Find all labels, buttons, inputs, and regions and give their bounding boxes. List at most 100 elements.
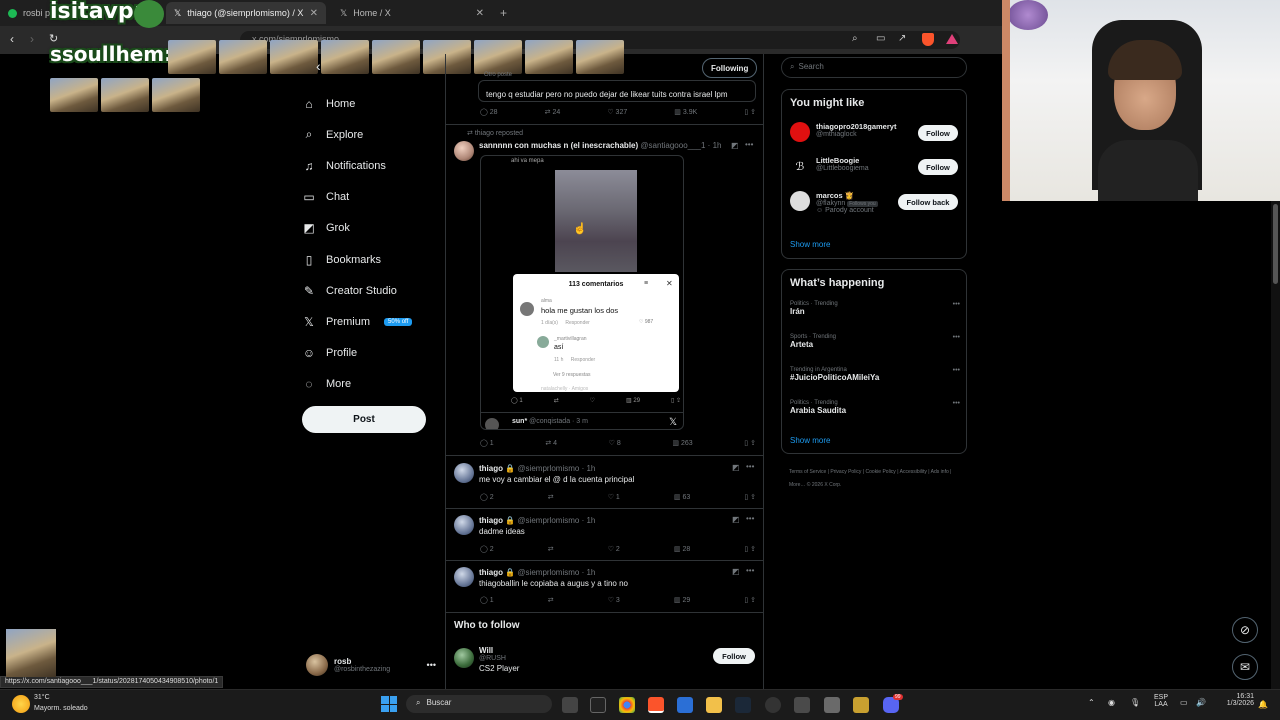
nav-chat[interactable]: ▭ Chat [302, 182, 442, 213]
network-icon[interactable]: ▭ [1180, 698, 1188, 707]
epic-games-icon[interactable] [590, 697, 606, 713]
app-icon[interactable] [853, 697, 869, 713]
weather-temp[interactable]: 31°C [34, 694, 50, 701]
more-icon[interactable]: ••• [953, 334, 960, 341]
nav-notifications[interactable]: ♫ Notifications [302, 150, 442, 181]
task-view-icon[interactable] [562, 697, 578, 713]
quoted-tweet[interactable]: tengo q estudiar pero no puedo dejar de … [478, 80, 756, 102]
like-icon[interactable]: ♡ 2 [608, 545, 620, 553]
close-tab-icon[interactable]: ✕ [310, 8, 318, 19]
brave-icon[interactable] [648, 697, 664, 713]
app-icon[interactable] [794, 697, 810, 713]
more-icon[interactable]: ••• [746, 566, 754, 575]
more-icon[interactable]: ••• [953, 301, 960, 308]
show-more-link[interactable]: Show more [790, 436, 830, 445]
avatar[interactable] [454, 515, 474, 535]
nav-home[interactable]: ⌂ Home [302, 88, 442, 119]
like-icon[interactable]: ♡ 327 [607, 108, 627, 116]
more-icon[interactable]: ••• [746, 514, 754, 523]
tweet[interactable]: thiago 🔒 @siemprlomismo · 1h ◩ ••• me vo… [446, 458, 763, 510]
nav-grok[interactable]: ◩ Grok [302, 213, 442, 244]
views-icon[interactable]: ▥ 63 [674, 493, 690, 501]
tray-chevron-icon[interactable]: ⌃ [1088, 698, 1095, 707]
tab-profile[interactable]: 𝕏 thiago (@siemprlomismo) / X ✕ [166, 2, 326, 24]
suggested-user[interactable]: thiagopro2018gameryt @mthiaglock [816, 122, 896, 138]
tweet-media[interactable]: ahi va mepa 113 comentarios ≡ ✕ alma hol… [480, 155, 684, 430]
reply-icon[interactable]: ◯ 2 [480, 493, 494, 501]
grok-icon[interactable]: ◩ [732, 515, 740, 524]
suggested-user[interactable]: LittleBoogie @Littleboogiema [816, 156, 869, 172]
clock[interactable]: 16:31 1/3/2026 [1224, 693, 1254, 707]
messages-fab-icon[interactable]: ✉ [1232, 654, 1258, 680]
views-icon[interactable]: ▥ 29 [674, 596, 690, 604]
views-icon[interactable]: ▥ 28 [674, 545, 690, 553]
share-icon[interactable]: ↗ [898, 33, 906, 44]
back-icon[interactable]: ‹ [10, 32, 14, 46]
weather-icon[interactable] [12, 695, 30, 713]
windows-start-icon[interactable] [381, 696, 397, 712]
nav-bookmarks[interactable]: ▯ Bookmarks [302, 244, 442, 275]
tab-home[interactable]: 𝕏 Home / X ✕ [332, 2, 492, 24]
grok-icon[interactable]: ◩ [732, 463, 740, 472]
notifications-bell-icon[interactable]: 🔔 [1258, 700, 1268, 709]
suggested-user[interactable]: Will @RUSH CS2 Player [479, 646, 519, 673]
new-tab-icon[interactable]: + [500, 6, 507, 20]
more-icon[interactable]: ••• [745, 140, 753, 149]
app-icon[interactable] [765, 697, 781, 713]
zoom-icon[interactable]: ⌕ [852, 33, 858, 44]
close-tab-icon[interactable]: ✕ [476, 8, 484, 19]
taskbar-search[interactable]: ⌕ Buscar [406, 695, 552, 713]
like-icon[interactable]: ♡ 8 [609, 439, 621, 447]
app-icon[interactable] [824, 697, 840, 713]
reply-icon[interactable]: ◯ 28 [480, 108, 498, 116]
brave-shield-icon[interactable] [922, 33, 934, 46]
reply-icon[interactable]: ◯ 1 [480, 596, 494, 604]
follow-back-button[interactable]: Follow back [898, 194, 958, 210]
trend-item[interactable]: Politics · Trending Irán ••• [790, 301, 960, 316]
back-arrow-icon[interactable]: ‹ [316, 58, 321, 74]
cast-icon[interactable]: ▭ [876, 33, 885, 44]
bookmark-icon[interactable]: ▯ ⇪ [744, 108, 756, 116]
more-icon[interactable]: ••• [953, 367, 960, 374]
nav-premium[interactable]: 𝕏 Premium 50% off [302, 306, 442, 337]
tweet[interactable]: thiago 🔒 @siemprlomismo · 1h ◩ ••• dadme… [446, 510, 763, 562]
grok-icon[interactable]: ◩ [731, 141, 739, 150]
nav-more[interactable]: ◌ More [302, 369, 442, 400]
like-icon[interactable]: ♡ 1 [608, 493, 620, 501]
nav-profile[interactable]: ☺ Profile [302, 338, 442, 369]
brave-rewards-icon[interactable] [946, 34, 958, 44]
avatar[interactable] [454, 463, 474, 483]
follow-button[interactable]: Follow [918, 125, 958, 141]
follow-button[interactable]: Follow [918, 159, 958, 175]
trend-item[interactable]: Sports · Trending Arteta ••• [790, 334, 960, 349]
forward-icon[interactable]: › [30, 32, 34, 46]
post-button[interactable]: Post [302, 406, 426, 433]
views-icon[interactable]: ▥ 3.9K [674, 108, 697, 116]
account-switcher[interactable]: rosb @rosbinthezazing ••• [306, 652, 436, 678]
store-icon[interactable] [677, 697, 693, 713]
trend-item[interactable]: Trending in Argentina #JuicioPoliticoAMi… [790, 367, 960, 382]
reply-icon[interactable]: ◯ 1 [480, 439, 494, 447]
retweet-icon[interactable]: ⇄ 24 [545, 108, 561, 116]
volume-icon[interactable]: 🔊 [1196, 698, 1206, 707]
avatar[interactable] [454, 567, 474, 587]
trend-item[interactable]: Politics · Trending Arabia Saudita ••• [790, 400, 960, 415]
more-icon[interactable]: ••• [746, 462, 754, 471]
avatar[interactable] [454, 141, 474, 161]
follow-button[interactable]: Follow [713, 648, 755, 664]
search-input[interactable]: ⌕ Search [781, 57, 967, 78]
nav-explore[interactable]: ⌕ Explore [302, 119, 442, 150]
chrome-icon[interactable] [619, 697, 635, 713]
scrollbar-thumb[interactable] [1273, 204, 1278, 284]
show-more-link[interactable]: Show more [790, 240, 830, 249]
retweet-icon[interactable]: ⇄ 4 [545, 439, 557, 447]
grok-icon[interactable]: ◩ [732, 567, 740, 576]
reply-icon[interactable]: ◯ 2 [480, 545, 494, 553]
steam-icon[interactable] [735, 697, 751, 713]
avatar[interactable] [790, 122, 810, 142]
more-icon[interactable]: ••• [953, 400, 960, 407]
grok-fab-icon[interactable]: ⊘ [1232, 617, 1258, 643]
nav-creator-studio[interactable]: ✎ Creator Studio [302, 275, 442, 306]
discord-tray-icon[interactable]: ◉ [1108, 698, 1115, 707]
suggested-user[interactable]: marcos 👸 @flakynn Follows you ☺ Parody a… [816, 191, 878, 214]
